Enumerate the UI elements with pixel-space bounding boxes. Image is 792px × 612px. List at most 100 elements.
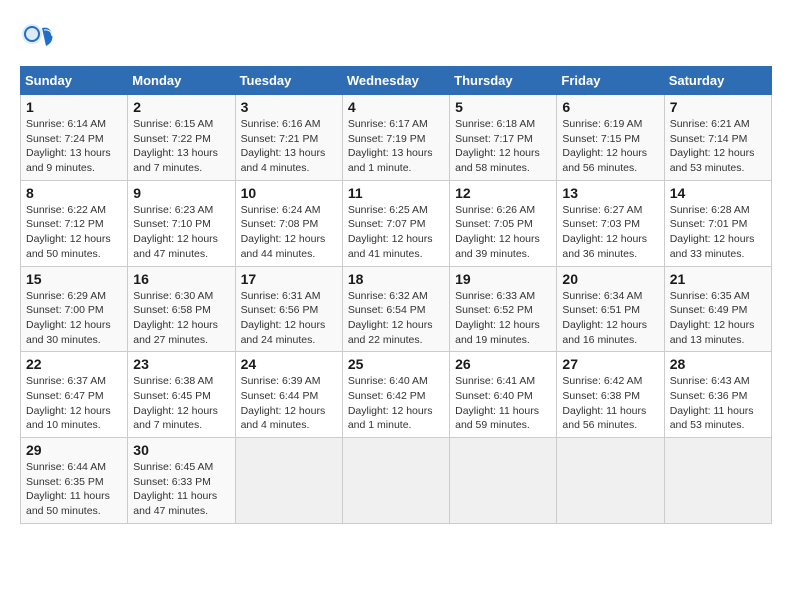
calendar-cell: 3 Sunrise: 6:16 AMSunset: 7:21 PMDayligh… xyxy=(235,95,342,181)
calendar-cell: 15 Sunrise: 6:29 AMSunset: 7:00 PMDaylig… xyxy=(21,266,128,352)
calendar-cell: 6 Sunrise: 6:19 AMSunset: 7:15 PMDayligh… xyxy=(557,95,664,181)
day-detail: Sunrise: 6:35 AMSunset: 6:49 PMDaylight:… xyxy=(670,290,755,346)
day-detail: Sunrise: 6:15 AMSunset: 7:22 PMDaylight:… xyxy=(133,118,218,174)
calendar-cell xyxy=(342,438,449,524)
day-detail: Sunrise: 6:22 AMSunset: 7:12 PMDaylight:… xyxy=(26,204,111,260)
day-detail: Sunrise: 6:31 AMSunset: 6:56 PMDaylight:… xyxy=(241,290,326,346)
calendar-cell: 20 Sunrise: 6:34 AMSunset: 6:51 PMDaylig… xyxy=(557,266,664,352)
calendar-cell: 26 Sunrise: 6:41 AMSunset: 6:40 PMDaylig… xyxy=(450,352,557,438)
day-detail: Sunrise: 6:26 AMSunset: 7:05 PMDaylight:… xyxy=(455,204,540,260)
day-number: 7 xyxy=(670,99,766,115)
calendar-cell: 17 Sunrise: 6:31 AMSunset: 6:56 PMDaylig… xyxy=(235,266,342,352)
day-number: 2 xyxy=(133,99,229,115)
day-detail: Sunrise: 6:44 AMSunset: 6:35 PMDaylight:… xyxy=(26,461,110,517)
calendar-cell xyxy=(235,438,342,524)
header-friday: Friday xyxy=(557,67,664,95)
day-detail: Sunrise: 6:24 AMSunset: 7:08 PMDaylight:… xyxy=(241,204,326,260)
day-number: 19 xyxy=(455,271,551,287)
header-monday: Monday xyxy=(128,67,235,95)
day-detail: Sunrise: 6:34 AMSunset: 6:51 PMDaylight:… xyxy=(562,290,647,346)
calendar-cell: 24 Sunrise: 6:39 AMSunset: 6:44 PMDaylig… xyxy=(235,352,342,438)
day-number: 12 xyxy=(455,185,551,201)
header-saturday: Saturday xyxy=(664,67,771,95)
day-detail: Sunrise: 6:23 AMSunset: 7:10 PMDaylight:… xyxy=(133,204,218,260)
calendar-cell: 25 Sunrise: 6:40 AMSunset: 6:42 PMDaylig… xyxy=(342,352,449,438)
page-header xyxy=(20,20,772,56)
day-detail: Sunrise: 6:28 AMSunset: 7:01 PMDaylight:… xyxy=(670,204,755,260)
day-number: 10 xyxy=(241,185,337,201)
day-detail: Sunrise: 6:32 AMSunset: 6:54 PMDaylight:… xyxy=(348,290,433,346)
calendar-cell: 12 Sunrise: 6:26 AMSunset: 7:05 PMDaylig… xyxy=(450,180,557,266)
calendar-week-3: 15 Sunrise: 6:29 AMSunset: 7:00 PMDaylig… xyxy=(21,266,772,352)
calendar-cell: 2 Sunrise: 6:15 AMSunset: 7:22 PMDayligh… xyxy=(128,95,235,181)
header-thursday: Thursday xyxy=(450,67,557,95)
day-detail: Sunrise: 6:41 AMSunset: 6:40 PMDaylight:… xyxy=(455,375,539,431)
day-number: 11 xyxy=(348,185,444,201)
calendar-cell: 4 Sunrise: 6:17 AMSunset: 7:19 PMDayligh… xyxy=(342,95,449,181)
day-detail: Sunrise: 6:33 AMSunset: 6:52 PMDaylight:… xyxy=(455,290,540,346)
calendar-cell xyxy=(450,438,557,524)
day-detail: Sunrise: 6:14 AMSunset: 7:24 PMDaylight:… xyxy=(26,118,111,174)
calendar-cell: 7 Sunrise: 6:21 AMSunset: 7:14 PMDayligh… xyxy=(664,95,771,181)
day-detail: Sunrise: 6:37 AMSunset: 6:47 PMDaylight:… xyxy=(26,375,111,431)
day-number: 15 xyxy=(26,271,122,287)
day-detail: Sunrise: 6:25 AMSunset: 7:07 PMDaylight:… xyxy=(348,204,433,260)
calendar-week-5: 29 Sunrise: 6:44 AMSunset: 6:35 PMDaylig… xyxy=(21,438,772,524)
calendar-header-row: SundayMondayTuesdayWednesdayThursdayFrid… xyxy=(21,67,772,95)
calendar-cell: 18 Sunrise: 6:32 AMSunset: 6:54 PMDaylig… xyxy=(342,266,449,352)
day-number: 30 xyxy=(133,442,229,458)
day-detail: Sunrise: 6:29 AMSunset: 7:00 PMDaylight:… xyxy=(26,290,111,346)
calendar-week-2: 8 Sunrise: 6:22 AMSunset: 7:12 PMDayligh… xyxy=(21,180,772,266)
calendar-cell: 21 Sunrise: 6:35 AMSunset: 6:49 PMDaylig… xyxy=(664,266,771,352)
calendar-cell: 9 Sunrise: 6:23 AMSunset: 7:10 PMDayligh… xyxy=(128,180,235,266)
day-detail: Sunrise: 6:21 AMSunset: 7:14 PMDaylight:… xyxy=(670,118,755,174)
day-number: 14 xyxy=(670,185,766,201)
day-number: 26 xyxy=(455,356,551,372)
calendar-cell: 13 Sunrise: 6:27 AMSunset: 7:03 PMDaylig… xyxy=(557,180,664,266)
calendar-cell: 28 Sunrise: 6:43 AMSunset: 6:36 PMDaylig… xyxy=(664,352,771,438)
day-number: 24 xyxy=(241,356,337,372)
calendar-cell: 8 Sunrise: 6:22 AMSunset: 7:12 PMDayligh… xyxy=(21,180,128,266)
calendar-table: SundayMondayTuesdayWednesdayThursdayFrid… xyxy=(20,66,772,524)
calendar-week-4: 22 Sunrise: 6:37 AMSunset: 6:47 PMDaylig… xyxy=(21,352,772,438)
calendar-cell: 30 Sunrise: 6:45 AMSunset: 6:33 PMDaylig… xyxy=(128,438,235,524)
calendar-cell: 11 Sunrise: 6:25 AMSunset: 7:07 PMDaylig… xyxy=(342,180,449,266)
calendar-cell: 14 Sunrise: 6:28 AMSunset: 7:01 PMDaylig… xyxy=(664,180,771,266)
day-detail: Sunrise: 6:16 AMSunset: 7:21 PMDaylight:… xyxy=(241,118,326,174)
day-detail: Sunrise: 6:30 AMSunset: 6:58 PMDaylight:… xyxy=(133,290,218,346)
day-number: 17 xyxy=(241,271,337,287)
day-detail: Sunrise: 6:38 AMSunset: 6:45 PMDaylight:… xyxy=(133,375,218,431)
calendar-cell: 29 Sunrise: 6:44 AMSunset: 6:35 PMDaylig… xyxy=(21,438,128,524)
header-sunday: Sunday xyxy=(21,67,128,95)
day-number: 22 xyxy=(26,356,122,372)
day-detail: Sunrise: 6:39 AMSunset: 6:44 PMDaylight:… xyxy=(241,375,326,431)
day-number: 13 xyxy=(562,185,658,201)
calendar-cell: 5 Sunrise: 6:18 AMSunset: 7:17 PMDayligh… xyxy=(450,95,557,181)
calendar-cell xyxy=(557,438,664,524)
day-number: 5 xyxy=(455,99,551,115)
calendar-cell: 23 Sunrise: 6:38 AMSunset: 6:45 PMDaylig… xyxy=(128,352,235,438)
calendar-cell xyxy=(664,438,771,524)
day-number: 23 xyxy=(133,356,229,372)
day-detail: Sunrise: 6:40 AMSunset: 6:42 PMDaylight:… xyxy=(348,375,433,431)
day-detail: Sunrise: 6:45 AMSunset: 6:33 PMDaylight:… xyxy=(133,461,217,517)
day-detail: Sunrise: 6:19 AMSunset: 7:15 PMDaylight:… xyxy=(562,118,647,174)
header-wednesday: Wednesday xyxy=(342,67,449,95)
day-number: 9 xyxy=(133,185,229,201)
day-number: 20 xyxy=(562,271,658,287)
logo xyxy=(20,20,60,56)
day-detail: Sunrise: 6:42 AMSunset: 6:38 PMDaylight:… xyxy=(562,375,646,431)
day-number: 27 xyxy=(562,356,658,372)
calendar-cell: 1 Sunrise: 6:14 AMSunset: 7:24 PMDayligh… xyxy=(21,95,128,181)
calendar-cell: 22 Sunrise: 6:37 AMSunset: 6:47 PMDaylig… xyxy=(21,352,128,438)
day-number: 8 xyxy=(26,185,122,201)
calendar-week-1: 1 Sunrise: 6:14 AMSunset: 7:24 PMDayligh… xyxy=(21,95,772,181)
day-detail: Sunrise: 6:43 AMSunset: 6:36 PMDaylight:… xyxy=(670,375,754,431)
day-number: 28 xyxy=(670,356,766,372)
day-detail: Sunrise: 6:18 AMSunset: 7:17 PMDaylight:… xyxy=(455,118,540,174)
day-number: 3 xyxy=(241,99,337,115)
day-number: 1 xyxy=(26,99,122,115)
day-detail: Sunrise: 6:17 AMSunset: 7:19 PMDaylight:… xyxy=(348,118,433,174)
header-tuesday: Tuesday xyxy=(235,67,342,95)
day-number: 18 xyxy=(348,271,444,287)
